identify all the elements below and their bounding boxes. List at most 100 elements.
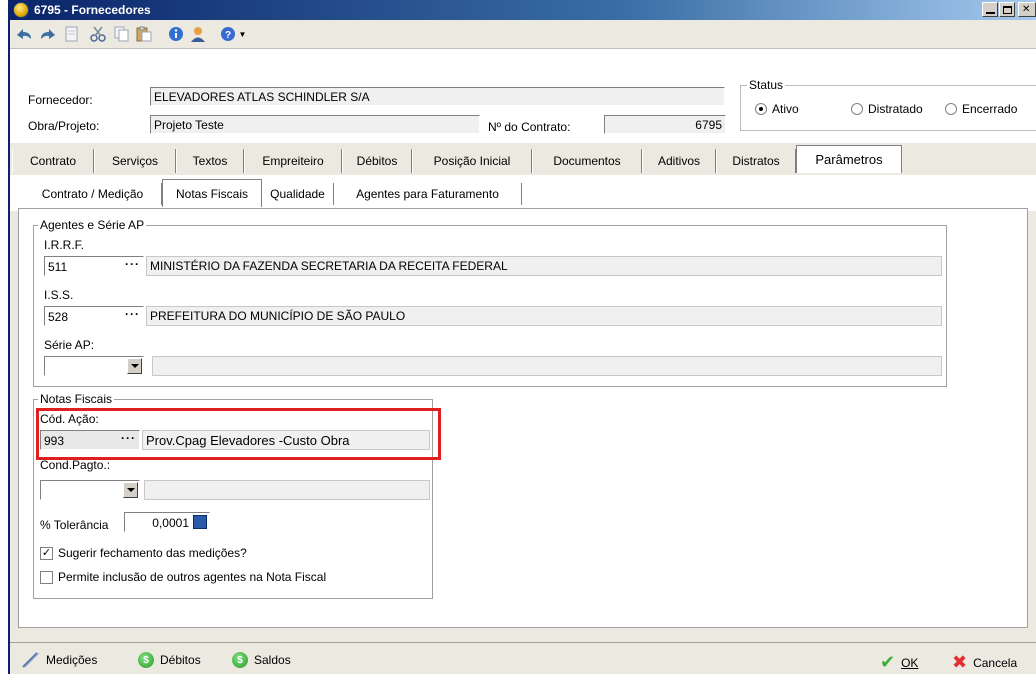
status-ativo-radio[interactable]: Ativo (755, 102, 799, 116)
tab-distratos[interactable]: Distratos (716, 149, 796, 173)
fornecedor-field[interactable]: ELEVADORES ATLAS SCHINDLER S/A (150, 87, 725, 106)
tab-label: Textos (192, 154, 228, 168)
fornecedor-label: Fornecedor: (28, 93, 93, 107)
tab-label: Posição Inicial (433, 154, 511, 168)
serie-ap-combo[interactable] (44, 356, 144, 376)
status-distratado-radio[interactable]: Distratado (851, 102, 923, 116)
new-document-button[interactable] (62, 25, 82, 43)
ok-button[interactable]: ✔ OK (880, 652, 918, 673)
obra-field[interactable]: Projeto Teste (150, 115, 480, 134)
title-bar[interactable]: 6795 - Fornecedores ✕ (10, 0, 1036, 20)
contrato-field[interactable]: 6795 (604, 115, 726, 134)
status-encerrado-label: Encerrado (962, 102, 1018, 116)
tab-label: Serviços (111, 154, 158, 168)
toolbar: ? ▼ (10, 20, 1036, 48)
tab-label: Documentos (553, 154, 621, 168)
iss-desc-field: PREFEITURA DO MUNICÍPIO DE SÃO PAULO (146, 306, 942, 326)
status-group: Status Ativo Distratado Encerrado (740, 78, 1036, 131)
checkbox-unchecked-icon (40, 570, 53, 584)
chevron-down-icon[interactable] (127, 358, 142, 374)
subtab-label: Agentes para Faturamento (356, 187, 499, 201)
main-tabs: Contrato Serviços Textos Empreiteiro Déb… (10, 145, 1036, 175)
agentes-legend: Agentes e Série AP (38, 218, 147, 232)
copy-icon (114, 26, 129, 42)
saldos-button[interactable]: $ Saldos (232, 652, 291, 668)
help-button[interactable]: ? ▼ (218, 25, 248, 43)
maximize-icon (1003, 6, 1012, 14)
agentes-group: Agentes e Série AP I.R.R.F. 511 ··· MINI… (33, 218, 947, 387)
subtab-agentes-faturamento[interactable]: Agentes para Faturamento (334, 183, 522, 205)
debitos-button[interactable]: $ Débitos (138, 652, 201, 668)
cut-button[interactable] (88, 25, 108, 43)
subtab-contrato-medicao[interactable]: Contrato / Medição (24, 183, 162, 205)
cancel-button[interactable]: ✖ Cancela (952, 652, 1017, 673)
subtab-label: Contrato / Medição (41, 187, 144, 201)
minimize-icon (986, 6, 995, 14)
tab-label: Débitos (356, 154, 398, 168)
tab-contrato[interactable]: Contrato (12, 149, 94, 173)
tab-textos[interactable]: Textos (176, 149, 244, 173)
help-icon: ? (220, 27, 235, 41)
info-button[interactable] (166, 25, 186, 43)
subtab-qualidade[interactable]: Qualidade (262, 183, 334, 205)
sub-tabs: Contrato / Medição Notas Fiscais Qualida… (10, 175, 1036, 211)
lookup-ellipsis-icon[interactable]: ··· (125, 257, 140, 271)
tab-label: Contrato (29, 154, 77, 168)
header-panel: Fornecedor: ELEVADORES ATLAS SCHINDLER S… (10, 48, 1036, 143)
minimize-button[interactable] (982, 2, 998, 17)
chevron-down-icon[interactable] (123, 482, 138, 498)
obra-label: Obra/Projeto: (28, 119, 100, 133)
sugerir-fechamento-checkbox[interactable]: ✓ Sugerir fechamento das medições? (40, 546, 247, 560)
document-icon (65, 26, 78, 42)
sugerir-fechamento-label: Sugerir fechamento das medições? (58, 546, 247, 560)
tab-posicao-inicial[interactable]: Posição Inicial (412, 149, 532, 173)
tab-empreiteiro[interactable]: Empreiteiro (244, 149, 342, 173)
chevron-down-icon: ▼ (238, 29, 247, 39)
iss-label: I.S.S. (44, 288, 74, 302)
tolerancia-input[interactable]: 0,0001 (124, 512, 210, 532)
redo-button[interactable] (38, 25, 58, 43)
iss-code-field[interactable]: 528 ··· (44, 306, 144, 326)
irrf-label: I.R.R.F. (44, 238, 85, 252)
close-button[interactable]: ✕ (1018, 2, 1036, 17)
tab-documentos[interactable]: Documentos (532, 149, 642, 173)
medicoes-button[interactable]: Medições (22, 652, 97, 668)
tab-servicos[interactable]: Serviços (94, 149, 176, 173)
status-encerrado-radio[interactable]: Encerrado (945, 102, 1017, 116)
permite-inclusao-checkbox[interactable]: Permite inclusão de outros agentes na No… (40, 570, 326, 584)
tab-label: Aditivos (657, 154, 701, 168)
irrf-desc-field: MINISTÉRIO DA FAZENDA SECRETARIA DA RECE… (146, 256, 942, 276)
tab-debitos[interactable]: Débitos (342, 149, 412, 173)
dollar-coin-icon: $ (138, 652, 154, 668)
checkmark-icon: ✔ (880, 652, 896, 672)
cond-pagto-combo[interactable] (40, 480, 140, 500)
tab-parametros[interactable]: Parâmetros (796, 145, 902, 173)
tab-label: Parâmetros (815, 152, 883, 167)
subtab-label: Qualidade (270, 187, 325, 201)
subtab-notas-fiscais[interactable]: Notas Fiscais (162, 179, 262, 207)
cross-icon: ✖ (952, 652, 968, 672)
checkbox-checked-icon: ✓ (40, 546, 53, 560)
cond-pagto-desc-field (144, 480, 430, 500)
user-button[interactable] (188, 25, 208, 43)
cancel-label: Cancela (973, 655, 1018, 670)
permite-inclusao-label: Permite inclusão de outros agentes na No… (58, 570, 327, 584)
copy-button[interactable] (112, 25, 132, 43)
calculator-icon[interactable] (193, 515, 207, 529)
bottom-bar: Medições $ Débitos $ Saldos ✔ OK ✖ Cance… (10, 642, 1036, 674)
tab-aditivos[interactable]: Aditivos (642, 149, 716, 173)
cond-pagto-label: Cond.Pagto.: (40, 458, 111, 472)
serie-ap-desc-field (152, 356, 942, 376)
maximize-button[interactable] (999, 2, 1015, 17)
app-helmet-icon (13, 2, 29, 18)
irrf-code-field[interactable]: 511 ··· (44, 256, 144, 276)
window-title: 6795 - Fornecedores (34, 3, 151, 17)
saldos-label: Saldos (254, 653, 291, 667)
radio-selected-icon (755, 103, 767, 115)
radio-unselected-icon (945, 103, 957, 115)
paste-icon (136, 26, 152, 42)
undo-button[interactable] (14, 25, 34, 43)
paste-button[interactable] (134, 25, 154, 43)
serie-ap-label: Série AP: (44, 338, 95, 352)
lookup-ellipsis-icon[interactable]: ··· (125, 307, 140, 321)
